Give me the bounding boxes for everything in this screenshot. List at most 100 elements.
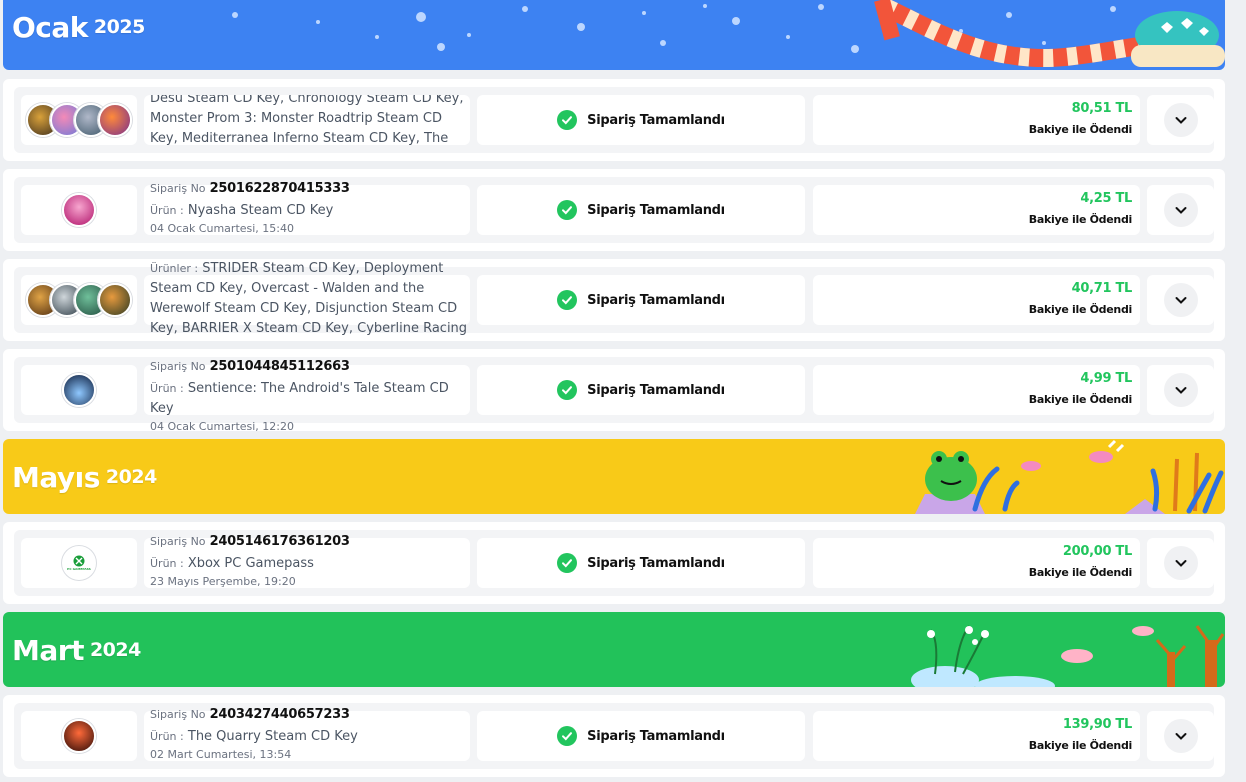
chevron-down-icon	[1175, 297, 1186, 304]
expand-area	[1147, 185, 1214, 235]
expand-order-button[interactable]	[1163, 193, 1198, 227]
order-date: 04 Ocak Cumartesi, 15:40	[150, 222, 294, 235]
expand-order-button[interactable]	[1163, 719, 1198, 753]
chevron-down-icon	[1175, 387, 1186, 394]
product-thumbnail	[98, 283, 132, 317]
order-number-line: Sipariş No 2403427440657233	[150, 707, 350, 722]
product-thumbnails	[21, 275, 137, 325]
order-row: Ürünler : Last Will Steam CD Key, Kawaii…	[3, 79, 1225, 161]
order-payment: 4,25 TL Bakiye ile Ödendi	[813, 185, 1140, 235]
payment-method: Bakiye ile Ödendi	[1028, 213, 1133, 226]
order-info: Sipariş No 2403427440657233 Ürün : The Q…	[144, 707, 470, 761]
order-status: Sipariş Tamamlandı	[477, 95, 805, 145]
month-title: Ocak 2025	[12, 11, 145, 44]
order-history-page: Ocak2025 Ürünler : Last Will Steam CD Ke…	[0, 0, 1246, 782]
order-card: Sipariş No 2501622870415333 Ürün : Nyash…	[14, 177, 1214, 243]
product-line: Ürün : Xbox PC Gamepass	[150, 556, 314, 571]
expand-order-button[interactable]	[1163, 373, 1198, 407]
chevron-down-icon	[1175, 207, 1186, 214]
payment-method: Bakiye ile Ödendi	[1028, 303, 1133, 316]
status-text: Sipariş Tamamlandı	[587, 112, 725, 128]
expand-area	[1147, 711, 1214, 761]
order-row: Sipariş No 2501618602438103 Ürünler : ST…	[3, 259, 1225, 341]
month-banner-mart-2024: Mart 2024	[3, 612, 1225, 687]
order-price: 139,90 TL	[1062, 717, 1132, 732]
check-circle-icon	[557, 290, 578, 310]
expand-area	[1147, 365, 1214, 415]
order-price: 80,51 TL	[1071, 101, 1133, 116]
product-thumbnail	[62, 193, 96, 227]
order-status: Sipariş Tamamlandı	[477, 185, 805, 235]
order-row: PC GAMEPASS Sipariş No 2405146176361203 …	[3, 522, 1225, 604]
expand-area	[1147, 95, 1214, 145]
order-info: Sipariş No 2501044845112663 Ürün : Senti…	[144, 359, 470, 431]
expand-area	[1147, 538, 1214, 588]
order-date: 23 Mayıs Perşembe, 19:20	[150, 575, 296, 588]
product-thumbnail	[62, 373, 96, 407]
products-line: Ürünler : STRIDER Steam CD Key, Deployme…	[150, 261, 468, 336]
order-payment: 40,71 TL Bakiye ile Ödendi	[813, 275, 1140, 325]
expand-order-button[interactable]	[1163, 546, 1198, 580]
product-thumbnails: PC GAMEPASS	[21, 538, 137, 588]
payment-method: Bakiye ile Ödendi	[1028, 739, 1133, 752]
order-info: Sipariş No 2501622870415333 Ürün : Nyash…	[144, 181, 470, 235]
order-date: 04 Ocak Cumartesi, 12:20	[150, 420, 294, 431]
expand-order-button[interactable]	[1163, 103, 1198, 137]
product-thumbnail	[98, 103, 132, 137]
product-thumbnails	[21, 711, 137, 761]
order-payment: 200,00 TL Bakiye ile Ödendi	[813, 538, 1140, 588]
expand-order-button[interactable]	[1163, 283, 1198, 317]
product-thumbnails	[21, 95, 137, 145]
products-line: Ürünler : Last Will Steam CD Key, Kawaii…	[150, 95, 464, 145]
order-payment: 139,90 TL Bakiye ile Ödendi	[813, 711, 1140, 761]
month-banner-mayis-2024: Mayıs 2024	[3, 439, 1225, 514]
spring-flowers-illustration	[911, 625, 1225, 687]
order-info: Ürünler : Last Will Steam CD Key, Kawaii…	[144, 95, 470, 145]
order-date: 02 Mart Cumartesi, 13:54	[150, 748, 292, 761]
order-status: Sipariş Tamamlandı	[477, 365, 805, 415]
order-number-line: Sipariş No 2501622870415333	[150, 181, 350, 196]
order-row: Sipariş No 2501044845112663 Ürün : Senti…	[3, 349, 1225, 431]
xbox-icon	[73, 555, 85, 567]
month-title: Mayıs 2024	[12, 461, 157, 494]
order-info: Sipariş No 2501618602438103 Ürünler : ST…	[144, 261, 470, 336]
status-text: Sipariş Tamamlandı	[587, 555, 725, 571]
month-title: Mart 2024	[12, 634, 141, 667]
order-number-line: Sipariş No 2501044845112663	[150, 359, 350, 374]
order-card: Sipariş No 2501044845112663 Ürün : Senti…	[14, 357, 1214, 431]
order-price: 4,99 TL	[1080, 371, 1132, 386]
product-line: Ürün : Nyasha Steam CD Key	[150, 203, 334, 218]
chevron-down-icon	[1175, 560, 1186, 567]
expand-area	[1147, 275, 1214, 325]
order-card: Sipariş No 2501618602438103 Ürünler : ST…	[14, 261, 1214, 336]
product-line: Ürün : The Quarry Steam CD Key	[150, 729, 358, 744]
payment-method: Bakiye ile Ödendi	[1028, 393, 1133, 406]
product-line: Ürün : Sentience: The Android's Tale Ste…	[150, 381, 449, 416]
frog-pond-illustration	[915, 439, 1224, 514]
product-thumbnails	[21, 365, 137, 415]
order-card: PC GAMEPASS Sipariş No 2405146176361203 …	[14, 530, 1214, 596]
product-thumbnail	[62, 719, 96, 753]
order-price: 40,71 TL	[1071, 281, 1133, 296]
order-status: Sipariş Tamamlandı	[477, 711, 805, 761]
order-status: Sipariş Tamamlandı	[477, 275, 805, 325]
order-info: Sipariş No 2405146176361203 Ürün : Xbox …	[144, 534, 470, 588]
month-banner-ocak-2025: Ocak 2025	[3, 0, 1225, 70]
check-circle-icon	[557, 553, 578, 573]
scarf-hat-illustration	[874, 0, 1225, 67]
order-price: 200,00 TL	[1062, 544, 1132, 559]
check-circle-icon	[557, 380, 578, 400]
status-text: Sipariş Tamamlandı	[587, 382, 725, 398]
order-card: Sipariş No 2403427440657233 Ürün : The Q…	[14, 703, 1214, 769]
xbox-gamepass-logo: PC GAMEPASS	[62, 546, 96, 580]
check-circle-icon	[557, 200, 578, 220]
payment-method: Bakiye ile Ödendi	[1028, 566, 1133, 579]
order-price: 4,25 TL	[1080, 191, 1132, 206]
status-text: Sipariş Tamamlandı	[587, 292, 725, 308]
chevron-down-icon	[1175, 733, 1186, 740]
check-circle-icon	[557, 110, 578, 130]
product-thumbnails	[21, 185, 137, 235]
order-row: Sipariş No 2501622870415333 Ürün : Nyash…	[3, 169, 1225, 251]
status-text: Sipariş Tamamlandı	[587, 202, 725, 218]
order-card: Ürünler : Last Will Steam CD Key, Kawaii…	[14, 87, 1214, 153]
